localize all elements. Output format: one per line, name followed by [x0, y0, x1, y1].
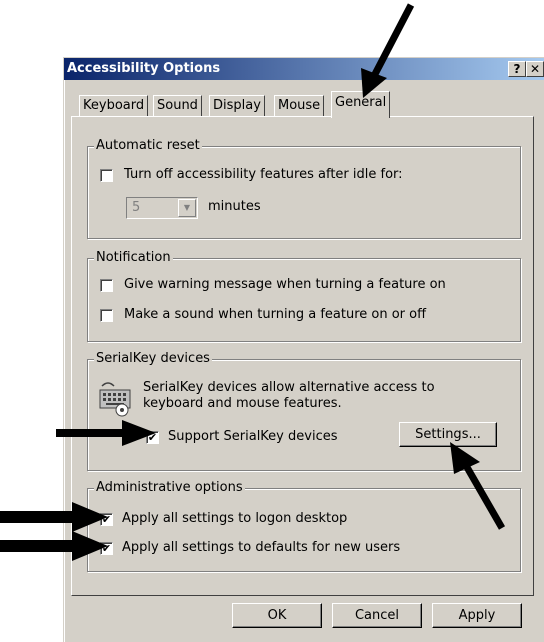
notification-title: Notification	[94, 250, 173, 265]
administrative-options-title: Administrative options	[94, 480, 245, 495]
accessibility-options-dialog: Accessibility Options ? ✕ Keyboard Sound…	[63, 57, 544, 642]
arrow-to-new-users-defaults	[0, 531, 108, 561]
arrow-to-logon-desktop	[0, 502, 108, 532]
cancel-button[interactable]: Cancel	[332, 603, 422, 628]
idle-minutes-dropdown[interactable]: 5 ▼	[126, 197, 198, 219]
apply-button[interactable]: Apply	[432, 603, 522, 628]
serialkey-title: SerialKey devices	[94, 351, 212, 366]
minutes-label: minutes	[208, 199, 261, 214]
sound-label: Make a sound when turning a feature on o…	[124, 307, 427, 322]
turn-off-label: Turn off accessibility features after id…	[124, 167, 403, 182]
automatic-reset-title: Automatic reset	[94, 138, 202, 153]
serialkey-description-line1: SerialKey devices allow alternative acce…	[143, 380, 435, 395]
ok-button[interactable]: OK	[232, 603, 322, 628]
warning-label: Give warning message when turning a feat…	[124, 277, 446, 292]
new-users-defaults-label: Apply all settings to defaults for new u…	[122, 540, 401, 555]
sound-checkbox[interactable]	[100, 309, 113, 322]
chevron-down-icon[interactable]: ▼	[178, 199, 196, 217]
arrow-to-general-tab	[361, 3, 415, 98]
arrow-to-support-serialkey	[56, 420, 156, 446]
tab-keyboard[interactable]: Keyboard	[79, 95, 149, 117]
automatic-reset-group: Automatic reset Turn off accessibility f…	[87, 138, 521, 239]
window-title: Accessibility Options	[67, 61, 221, 76]
idle-minutes-value: 5	[132, 200, 141, 215]
title-bar: Accessibility Options ? ✕	[64, 58, 544, 80]
serialkey-description-line2: keyboard and mouse features.	[143, 396, 342, 411]
tab-display[interactable]: Display	[209, 95, 265, 117]
keyboard-icon	[98, 380, 134, 422]
close-button[interactable]: ✕	[526, 61, 544, 77]
tab-mouse[interactable]: Mouse	[274, 95, 325, 117]
support-serialkey-label: Support SerialKey devices	[168, 429, 338, 444]
tab-sound[interactable]: Sound	[153, 95, 202, 117]
help-button[interactable]: ?	[508, 61, 526, 77]
warning-checkbox[interactable]	[100, 279, 113, 292]
logon-desktop-label: Apply all settings to logon desktop	[122, 511, 348, 526]
arrow-to-settings-button	[450, 442, 506, 530]
notification-group: Notification Give warning message when t…	[87, 250, 521, 342]
turn-off-checkbox[interactable]	[100, 169, 113, 182]
